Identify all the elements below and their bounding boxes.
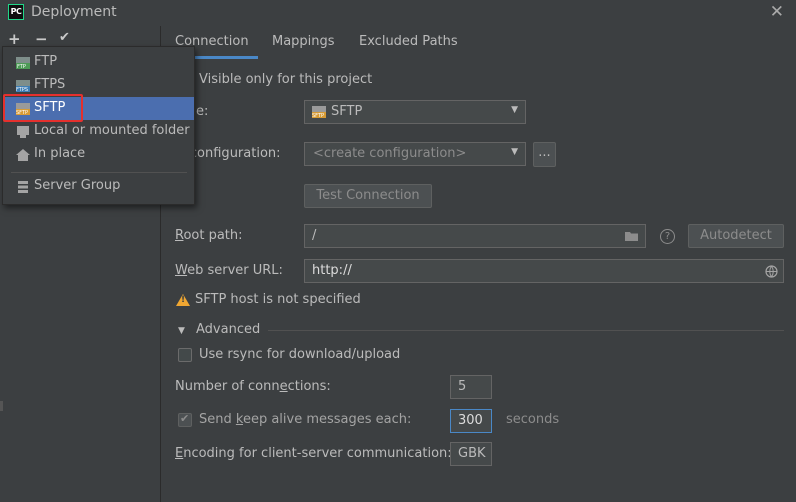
menu-item-in-place[interactable]: In place (3, 143, 194, 166)
keepalive-unit: seconds (506, 412, 560, 427)
encoding-input[interactable]: GBK (450, 442, 492, 466)
connections-input[interactable]: 5 (450, 375, 492, 399)
type-select-value: SFTP (331, 104, 363, 119)
menu-item-label: Local or mounted folder (34, 123, 190, 138)
menu-item-ftp[interactable]: FTP FTP (3, 51, 194, 74)
root-path-input[interactable]: / (304, 224, 646, 248)
tab-mappings[interactable]: Mappings (272, 34, 335, 49)
keepalive-input[interactable]: 300 (450, 409, 492, 433)
ftps-icon: FTPS (16, 80, 30, 93)
menu-item-local-folder[interactable]: Local or mounted folder (3, 120, 194, 143)
pane-edge-marker (0, 401, 3, 411)
warning-icon-mark: ! (181, 295, 186, 305)
ftp-icon: FTP (16, 57, 30, 70)
menu-separator (11, 172, 187, 173)
rsync-checkbox[interactable] (178, 348, 192, 362)
keepalive-label: Send keep alive messages each: (199, 412, 412, 427)
root-path-value: / (312, 228, 317, 243)
keepalive-value: 300 (458, 413, 483, 428)
close-icon[interactable]: ✕ (770, 2, 784, 22)
advanced-section-title[interactable]: Advanced (196, 322, 260, 337)
chevron-down-icon: ▼ (511, 105, 518, 115)
folder-icon (17, 126, 29, 138)
check-icon: ✔ (180, 412, 190, 425)
chevron-down-icon: ▼ (511, 147, 518, 157)
visible-only-label: Visible only for this project (199, 72, 373, 87)
ssh-config-placeholder: <create configuration> (313, 146, 467, 161)
svg-text:SFTP: SFTP (312, 113, 324, 119)
rsync-label: Use rsync for download/upload (199, 347, 401, 362)
title-bar: PC Deployment ✕ (0, 0, 796, 26)
folder-icon[interactable] (625, 231, 639, 242)
web-server-url-label: Web server URL: (175, 263, 283, 278)
apply-check-icon[interactable]: ✔ (59, 30, 70, 45)
encoding-value: GBK (458, 446, 486, 461)
type-select[interactable]: SFTP SFTP ▼ (304, 100, 526, 124)
svg-text:FTPS: FTPS (16, 87, 28, 93)
sftp-icon: SFTP (312, 106, 326, 119)
help-icon[interactable]: ? (660, 229, 675, 244)
autodetect-button[interactable]: Autodetect (688, 224, 784, 248)
server-type-popup-menu: FTP FTP FTPS FTPS SFTP SFTP Local or mou… (2, 46, 195, 205)
server-group-icon (18, 181, 28, 193)
config-tabs: Connection Mappings Excluded Paths (162, 26, 796, 59)
browse-ssh-config-button[interactable]: ... (533, 142, 556, 167)
home-icon (16, 149, 30, 161)
highlight-annotation-box (3, 94, 83, 122)
web-server-url-input[interactable]: http:// (304, 259, 784, 283)
type-label: e: (196, 104, 209, 119)
svg-text:FTP: FTP (17, 64, 26, 70)
keepalive-checkbox[interactable]: ✔ (178, 412, 192, 427)
tab-excluded-paths[interactable]: Excluded Paths (359, 34, 458, 49)
triangle-down-icon[interactable]: ▼ (178, 326, 185, 336)
menu-item-server-group[interactable]: Server Group (3, 175, 194, 198)
web-server-url-value: http:// (312, 263, 352, 278)
ssh-config-select[interactable]: <create configuration> ▼ (304, 142, 526, 166)
menu-item-label: FTPS (34, 77, 66, 92)
encoding-label: Encoding for client-server communication… (175, 446, 452, 461)
section-divider (268, 330, 784, 331)
warning-message: SFTP host is not specified (195, 292, 361, 307)
menu-item-label: Server Group (34, 178, 121, 193)
menu-item-label: FTP (34, 54, 58, 69)
test-connection-button[interactable]: Test Connection (304, 184, 432, 208)
connections-value: 5 (458, 379, 467, 394)
connections-label: Number of connections: (175, 379, 331, 394)
pycharm-app-icon: PC (8, 4, 24, 20)
window-title: Deployment (31, 4, 117, 20)
root-path-label: Root path: (175, 228, 243, 243)
menu-item-label: In place (34, 146, 86, 161)
globe-icon[interactable] (765, 265, 778, 278)
